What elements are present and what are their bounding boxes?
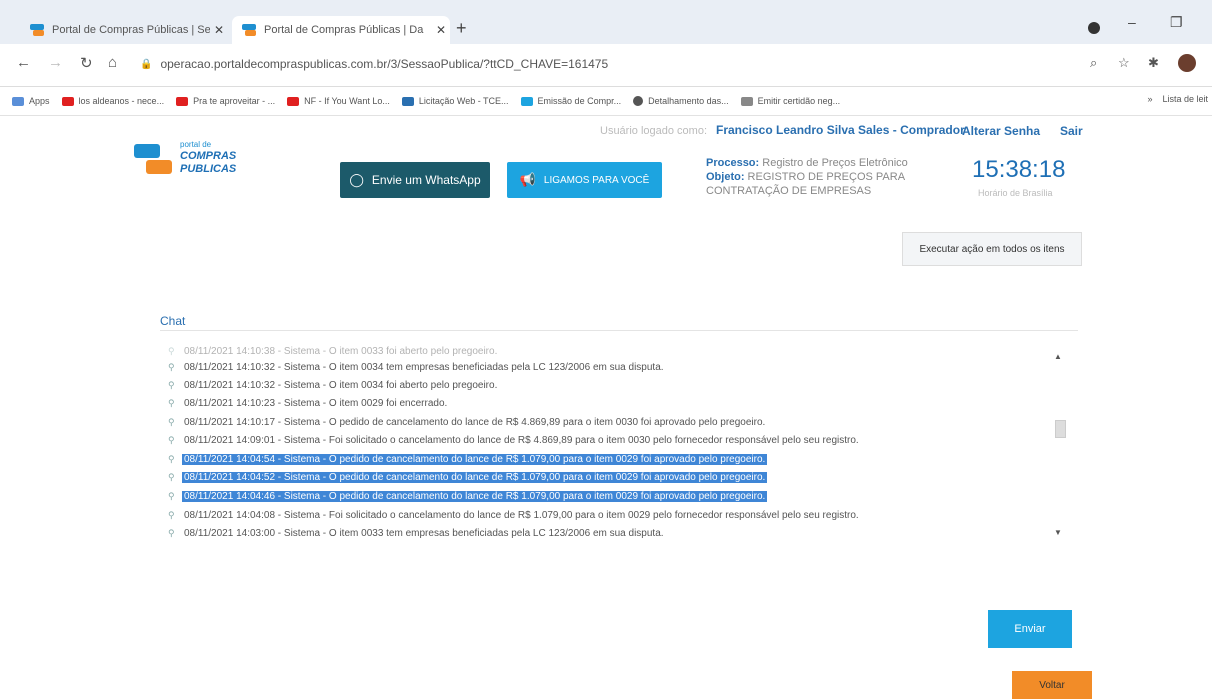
home-icon[interactable]: ⌂: [108, 54, 117, 71]
logged-label: Usuário logado como:: [600, 125, 708, 137]
chat-message: ⚲ 08/11/2021 14:10:17 - Sistema - O pedid…: [168, 416, 766, 428]
system-message-icon: ⚲: [168, 509, 175, 520]
extensions-icon[interactable]: ✱: [1148, 55, 1159, 71]
chat-message: ⚲ 08/11/2021 14:10:38 - Sistema - O item …: [168, 345, 498, 357]
bookmark-item[interactable]: NF - If You Want Lo...: [287, 96, 390, 106]
url-field[interactable]: 🔒 operacao.portaldecompraspublicas.com.b…: [140, 53, 1080, 75]
scroll-down-arrow-icon[interactable]: ▼: [1054, 528, 1062, 537]
process-label: Processo:: [706, 157, 760, 169]
chat-message-selected: ⚲ 08/11/2021 14:04:46 - Sistema - O pedid…: [168, 490, 768, 502]
close-icon[interactable]: ✕: [210, 23, 228, 37]
forward-arrow-icon[interactable]: →: [48, 54, 63, 71]
emissao-icon: [520, 96, 533, 106]
bookmark-item[interactable]: Emissão de Compr...: [520, 96, 621, 106]
youtube-icon: [287, 96, 300, 106]
chat-message-selected: ⚲ 08/11/2021 14:04:54 - Sistema - O pedid…: [168, 453, 768, 465]
youtube-icon: [61, 96, 74, 106]
whatsapp-button[interactable]: ◯ Envie um WhatsApp: [340, 162, 490, 198]
call-me-button[interactable]: 📢 LIGAMOS PARA VOCÊ: [507, 162, 662, 198]
logo-mark-blue: [134, 144, 160, 158]
system-message-icon: ⚲: [168, 345, 175, 356]
chat-message: ⚲ 08/11/2021 14:10:32 - Sistema - O item …: [168, 379, 498, 391]
portal-logo[interactable]: portal de COMPRAS PUBLICAS: [134, 140, 254, 188]
chat-title: Chat: [160, 314, 186, 328]
logout-link[interactable]: Sair: [1060, 124, 1083, 138]
globe-icon: [633, 96, 644, 106]
bookmark-item[interactable]: Detalhamento das...: [633, 96, 729, 106]
logo-text-publicas: PUBLICAS: [180, 163, 237, 175]
new-tab-icon[interactable]: +: [456, 18, 467, 39]
chat-message: ⚲ 08/11/2021 14:09:01 - Sistema - Foi sol…: [168, 434, 859, 446]
process-value: Registro de Preços Eletrônico: [759, 157, 908, 169]
restore-icon[interactable]: ❐: [1170, 14, 1183, 31]
chat-message: ⚲ 08/11/2021 14:10:32 - Sistema - O item …: [168, 361, 664, 373]
change-password-link[interactable]: Alterar Senha: [962, 124, 1040, 138]
reading-list[interactable]: Lista de leit: [1162, 94, 1208, 104]
megaphone-icon: 📢: [519, 172, 536, 187]
document-icon: [740, 96, 753, 106]
url-text: operacao.portaldecompraspublicas.com.br/…: [160, 57, 609, 71]
bookmarks-overflow[interactable]: »: [1147, 94, 1152, 104]
bookmark-item[interactable]: Licitação Web - TCE...: [401, 96, 509, 106]
back-button[interactable]: Voltar: [1012, 671, 1092, 699]
bookmark-apps[interactable]: Apps: [12, 96, 50, 106]
portal-favicon-icon: [30, 24, 44, 36]
system-message-icon: ⚲: [168, 397, 175, 408]
execute-all-items-button[interactable]: Executar ação em todos os itens: [902, 232, 1082, 266]
object-label: Objeto:: [706, 171, 745, 183]
apps-grid-icon: [12, 96, 24, 106]
system-message-icon: ⚲: [168, 434, 175, 445]
clock-timezone: Horário de Brasília: [978, 188, 1053, 198]
system-message-icon: ⚲: [168, 361, 175, 372]
whatsapp-icon: ◯: [349, 172, 364, 187]
buyer-name: Francisco Leandro Silva Sales - Comprado…: [716, 123, 965, 137]
browser-tab-1[interactable]: Portal de Compras Públicas | Se ✕: [20, 16, 228, 44]
chat-message-selected: ⚲ 08/11/2021 14:04:52 - Sistema - O pedid…: [168, 471, 768, 483]
minimize-icon[interactable]: –: [1128, 14, 1136, 30]
logo-mark-orange: [146, 160, 172, 174]
system-message-icon: ⚲: [168, 379, 175, 390]
whatsapp-label: Envie um WhatsApp: [371, 173, 481, 187]
bookmark-item[interactable]: Emitir certidão neg...: [740, 96, 840, 106]
chat-log[interactable]: ⚲ 08/11/2021 14:10:38 - Sistema - O item …: [160, 330, 1078, 545]
call-me-label: LIGAMOS PARA VOCÊ: [543, 174, 650, 186]
bookmarks-right: » Lista de leit: [1147, 94, 1208, 104]
send-button[interactable]: Enviar: [988, 610, 1072, 648]
logo-text-compras: COMPRAS: [180, 150, 237, 162]
search-icon[interactable]: ⌕: [1090, 55, 1097, 71]
process-info: Processo: Registro de Preços Eletrônico …: [706, 156, 936, 198]
close-icon[interactable]: ✕: [432, 23, 450, 37]
browser-tab-bar: Portal de Compras Públicas | Se ✕ Portal…: [0, 0, 1212, 44]
system-message-icon: ⚲: [168, 453, 175, 464]
lock-icon: 🔒: [140, 58, 153, 70]
reload-icon[interactable]: ↻: [80, 54, 93, 72]
chat-message: ⚲ 08/11/2021 14:03:00 - Sistema - O item …: [168, 527, 664, 539]
address-bar: ← → ↻ ⌂ 🔒 operacao.portaldecompraspublic…: [0, 44, 1212, 87]
profile-avatar[interactable]: [1178, 54, 1196, 72]
bookmark-item[interactable]: los aldeanos - nece...: [61, 96, 164, 106]
system-message-icon: ⚲: [168, 490, 175, 501]
system-message-icon: ⚲: [168, 527, 175, 538]
record-icon[interactable]: [1088, 22, 1100, 34]
scroll-up-arrow-icon[interactable]: ▲: [1054, 352, 1062, 361]
tab-title: Portal de Compras Públicas | Se: [52, 24, 210, 36]
bookmarks-bar: Apps los aldeanos - nece... Pra te aprov…: [0, 87, 1212, 116]
chat-scrollbar-thumb[interactable]: [1055, 420, 1066, 438]
chat-message: ⚲ 08/11/2021 14:04:08 - Sistema - Foi sol…: [168, 509, 859, 521]
tab-title: Portal de Compras Públicas | Da: [264, 24, 424, 36]
back-arrow-icon[interactable]: ←: [16, 54, 31, 71]
browser-tab-2[interactable]: Portal de Compras Públicas | Da ✕: [232, 16, 450, 44]
star-icon[interactable]: ☆: [1118, 55, 1130, 71]
youtube-icon: [176, 96, 189, 106]
portal-favicon-icon: [242, 24, 256, 36]
system-message-icon: ⚲: [168, 416, 175, 427]
system-message-icon: ⚲: [168, 471, 175, 482]
tce-icon: [401, 96, 414, 106]
chat-message: ⚲ 08/11/2021 14:10:23 - Sistema - O item …: [168, 397, 448, 409]
session-clock: 15:38:18: [972, 156, 1066, 183]
logo-text-small: portal de: [180, 140, 212, 149]
bookmark-item[interactable]: Pra te aproveitar - ...: [176, 96, 275, 106]
